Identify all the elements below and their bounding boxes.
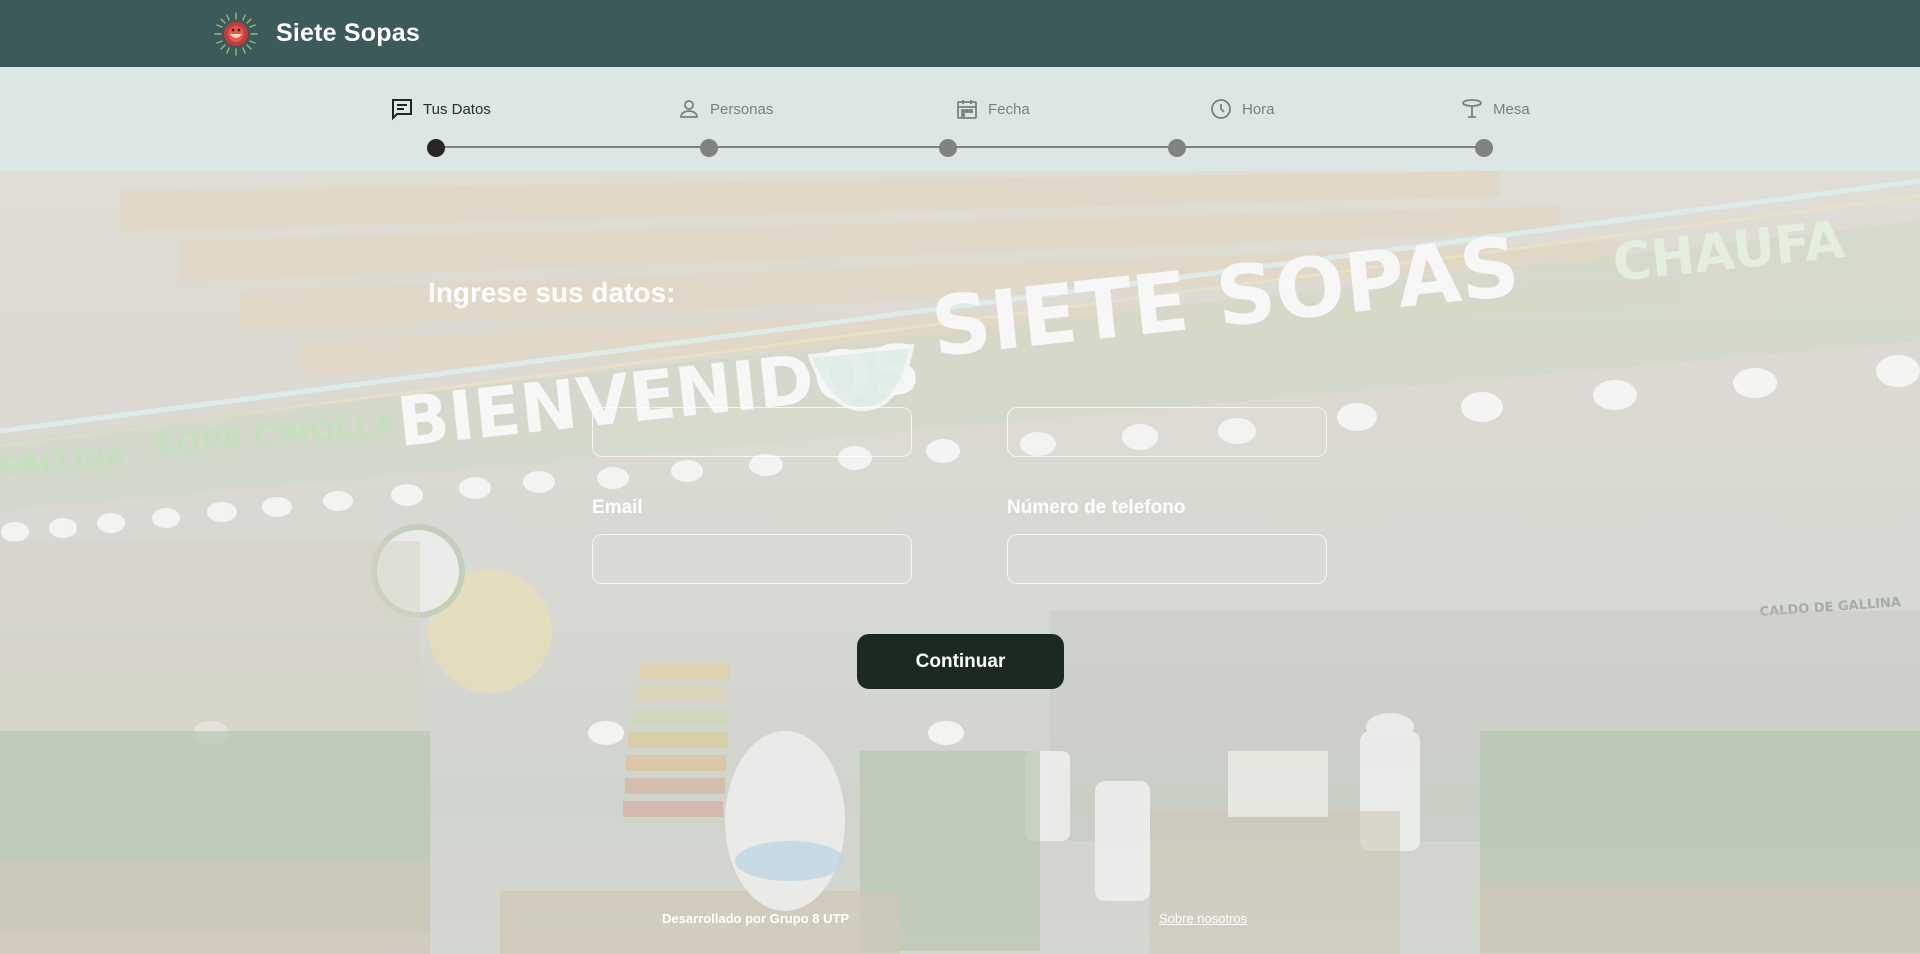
siete-sopas-logo-icon bbox=[213, 11, 259, 57]
about-us-link[interactable]: Sobre nosotros bbox=[1159, 911, 1247, 926]
step-personas[interactable]: Personas bbox=[677, 97, 773, 121]
email-label: Email bbox=[592, 497, 643, 518]
form-title: Ingrese sus datos: bbox=[428, 277, 676, 308]
dni-field[interactable] bbox=[1007, 407, 1327, 457]
chat-icon bbox=[390, 97, 414, 121]
step-label: Fecha bbox=[988, 100, 1030, 118]
background-overlay bbox=[0, 171, 1920, 954]
footer-credit: Desarrollado por Grupo 8 UTP bbox=[662, 911, 850, 926]
phone-field[interactable] bbox=[1007, 534, 1327, 584]
brand-name: Siete Sopas bbox=[276, 19, 420, 47]
phone-label: Número de telefono bbox=[1007, 497, 1186, 518]
table-icon bbox=[1460, 97, 1484, 121]
email-field[interactable] bbox=[592, 534, 912, 584]
clock-icon bbox=[1209, 97, 1233, 121]
hero-background: BIENVENIDOS SIETE SOPAS CHAUFA SOPA CRIO… bbox=[0, 171, 1920, 954]
person-icon bbox=[677, 97, 701, 121]
step-dot-3[interactable] bbox=[939, 139, 957, 157]
name-field[interactable] bbox=[592, 407, 912, 457]
step-dot-2[interactable] bbox=[700, 139, 718, 157]
step-hora[interactable]: Hora bbox=[1209, 97, 1275, 121]
step-tus-datos[interactable]: Tus Datos bbox=[390, 97, 491, 121]
step-label: Hora bbox=[1242, 100, 1275, 118]
calendar-icon bbox=[955, 97, 979, 121]
brand[interactable]: Siete Sopas bbox=[213, 11, 420, 57]
step-dot-4[interactable] bbox=[1168, 139, 1186, 157]
reservation-stepper: Tus Datos Personas Fecha Hora Mesa bbox=[0, 67, 1920, 171]
step-label: Mesa bbox=[1493, 100, 1530, 118]
step-fecha[interactable]: Fecha bbox=[955, 97, 1030, 121]
stepper-track bbox=[435, 146, 1483, 148]
step-label: Personas bbox=[710, 100, 774, 118]
step-mesa[interactable]: Mesa bbox=[1460, 97, 1530, 121]
top-navbar: Siete Sopas bbox=[0, 0, 1920, 67]
step-label: Tus Datos bbox=[423, 100, 491, 118]
step-dot-1[interactable] bbox=[427, 139, 445, 157]
continue-button[interactable]: Continuar bbox=[857, 634, 1064, 689]
step-dot-5[interactable] bbox=[1475, 139, 1493, 157]
